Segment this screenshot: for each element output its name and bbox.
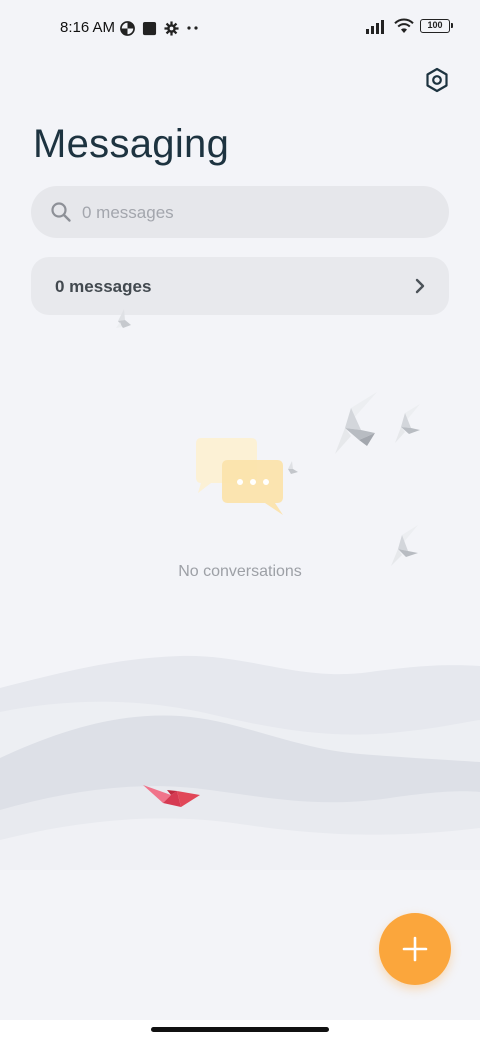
status-icons-left — [120, 19, 200, 37]
chevron-right-icon — [415, 278, 425, 294]
bird-illustration — [116, 309, 131, 328]
bird-illustration — [391, 525, 418, 566]
search-icon — [51, 202, 71, 222]
waves-illustration — [0, 655, 480, 870]
new-conversation-button[interactable] — [379, 913, 451, 985]
search-placeholder: 0 messages — [82, 203, 174, 222]
chat-bubbles-icon — [196, 438, 283, 515]
home-indicator[interactable] — [151, 1027, 329, 1032]
empty-state-label: No conversations — [178, 563, 302, 580]
messages-row[interactable]: 0 messages — [31, 257, 449, 315]
search-bar[interactable]: 0 messages — [31, 186, 449, 238]
status-time: 8:16 AM — [60, 19, 116, 36]
status-icons-right: 100 — [366, 18, 453, 34]
settings-hexagon-icon — [426, 67, 448, 93]
messages-row-label: 0 messages — [55, 277, 152, 296]
bird-illustration — [335, 392, 377, 454]
cellular-signal-icon — [366, 20, 384, 34]
settings-button[interactable] — [420, 63, 454, 97]
more-dots-icon — [187, 26, 198, 30]
plus-icon — [402, 936, 428, 962]
bird-illustration — [395, 404, 420, 443]
wifi-icon — [394, 18, 414, 33]
battery-icon: 100 — [420, 19, 453, 33]
data-saver-icon — [120, 20, 135, 36]
status-bar: 8:16 AM 100 — [0, 0, 480, 56]
square-app-icon — [142, 21, 157, 35]
paper-boat-illustration — [143, 785, 200, 807]
page-title: Messaging — [33, 122, 230, 166]
settings-gear-icon — [164, 20, 179, 36]
